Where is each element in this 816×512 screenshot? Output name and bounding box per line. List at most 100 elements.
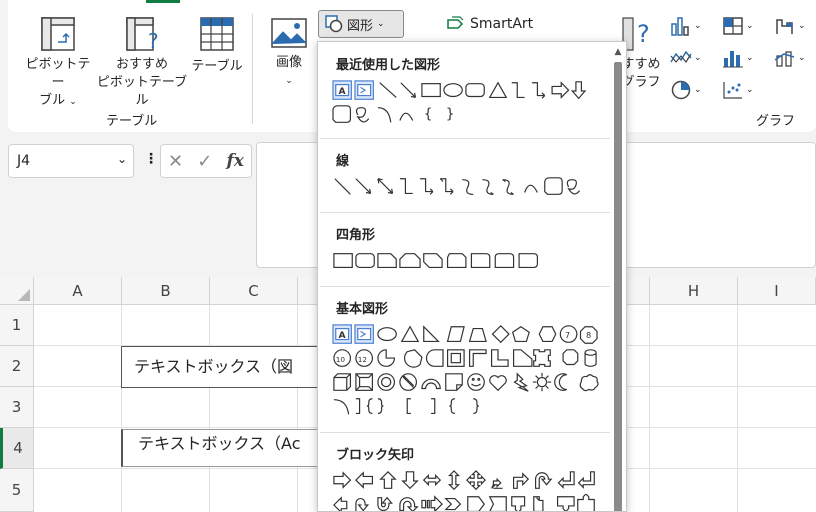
pivot-table-label-2: ブル ⌄ [39,93,77,108]
svg-text:12: 12 [358,355,367,364]
svg-text:A: A [339,86,347,97]
name-box[interactable]: J4 ⌄ [8,144,134,178]
lines-row[interactable] [320,176,610,198]
combo-chart-icon [774,51,795,67]
recommended-pivot-label: おすすめ [115,57,168,72]
hierarchy-chart-icon [723,17,743,35]
line-chart-icon [670,50,692,64]
charts-group-label: グラフ [756,114,796,129]
column-header-i[interactable]: I [738,277,816,305]
shapes-icon [325,15,343,33]
smartart-button[interactable]: SmartArt [446,16,533,32]
row-header-2[interactable]: 2 [0,346,34,387]
smartart-label: SmartArt [470,16,534,32]
column-header-h[interactable]: H [650,277,738,305]
pivot-table-button[interactable]: ピボットテー ブル ⌄ [20,16,96,111]
image-dropdown-caret: ⌄ [285,76,293,86]
svg-text:7: 7 [565,330,570,340]
row-header-4[interactable]: 4 [0,428,34,469]
chevron-down-icon: ⌄ [746,53,754,63]
smartart-icon [447,16,464,29]
panel-scrollbar[interactable]: ▲ [612,46,624,511]
more-options-icon[interactable]: ⋮ [144,151,158,167]
row-header-5[interactable]: 5 [0,469,34,512]
image-label: 画像 [275,55,302,70]
table-button[interactable]: テーブル [190,16,244,76]
section-divider [320,432,610,433]
section-divider [320,286,610,287]
group-separator [252,14,253,124]
cancel-icon[interactable]: ✕ [168,151,183,172]
grid-line [737,305,738,512]
row-header-1[interactable]: 1 [0,305,34,346]
section-block-arrows: ブロック矢印 [336,448,415,463]
chevron-down-icon: ⌄ [694,21,702,31]
formula-buttons: ✕ ✓ fx [160,144,252,178]
basic-shapes-row-3[interactable] [320,372,610,394]
active-tab-indicator [146,0,180,3]
svg-text:8: 8 [586,330,591,340]
block-arrows-row-2[interactable] [320,494,610,512]
waterfall-chart-button[interactable]: ⌄ [774,16,806,36]
pie-chart-icon [671,80,691,100]
section-divider [320,138,610,139]
row-header-3[interactable]: 3 [0,387,34,428]
waterfall-chart-icon [776,19,793,34]
chevron-down-icon: ⌄ [694,53,702,63]
section-recent-shapes: 最近使用した図形 [336,58,441,73]
scatter-chart-icon [723,82,742,99]
pivot-table-icon [41,17,75,51]
section-lines: 線 [336,154,350,169]
basic-shapes-row-2[interactable]: 10 12 [320,348,610,370]
scatter-chart-button[interactable]: ⌄ [722,80,754,100]
recent-shapes-row-1[interactable]: A [320,80,610,102]
column-header-b[interactable]: B [122,277,210,305]
chevron-down-icon: ⌄ [798,53,806,63]
table-label: テーブル [191,59,243,74]
column-chart-button[interactable]: ⌄ [670,16,702,36]
hierarchy-chart-button[interactable]: ⌄ [722,16,754,36]
recommended-pivot-table-button[interactable]: ? おすすめ ピボットテーブル [96,16,188,110]
pivot-table-label: ピボットテー [25,57,91,90]
grid-line [297,305,298,512]
grid-line [209,305,210,512]
shapes-caret: ⌄ [377,19,385,29]
section-rectangles: 四角形 [336,228,376,243]
scrollbar-thumb[interactable] [614,62,622,511]
textbox-shape[interactable]: テキストボックス（図 [121,346,321,388]
recommended-pivot-icon: ? [126,17,159,52]
scroll-up-icon[interactable]: ▲ [612,46,624,58]
shapes-gallery[interactable]: 最近使用した図形 A { } 線 四角形 基本図形 A 7 8 10 12 ブロ… [317,41,627,512]
rectangles-row[interactable] [320,250,610,272]
insert-function-button[interactable]: fx [226,151,243,171]
basic-shapes-row-4[interactable] [320,396,610,418]
column-header-c[interactable]: C [210,277,298,305]
textbox-activex[interactable]: テキストボックス（Ac [121,429,321,467]
basic-shapes-row-1[interactable]: A 7 8 [320,324,610,346]
chevron-down-icon[interactable]: ⌄ [117,152,127,166]
recommended-pivot-label-2: ピボットテーブル [96,75,188,108]
pie-chart-button[interactable]: ⌄ [670,80,702,100]
column-chart-icon [671,17,689,36]
block-arrows-row-1[interactable] [320,470,610,492]
combo-chart-button[interactable]: ⌄ [774,48,806,68]
shapes-button[interactable]: 図形 ⌄ [318,10,404,38]
svg-text:{: { [424,107,433,123]
table-icon [200,17,234,51]
select-all-corner[interactable] [0,277,34,305]
grid-line [121,305,122,512]
enter-icon[interactable]: ✓ [197,151,212,172]
statistic-chart-button[interactable]: ⌄ [722,48,754,68]
statistic-chart-icon [723,51,743,68]
column-header-a[interactable]: A [34,277,122,305]
shapes-label: 図形 [347,18,374,34]
recommended-charts-icon: ? [622,17,650,51]
svg-text:A: A [339,330,347,341]
recent-shapes-row-2[interactable]: { } [320,104,610,126]
line-chart-button[interactable]: ⌄ [670,48,702,68]
name-box-value: J4 [17,153,31,169]
svg-text:?: ? [148,29,159,52]
svg-text:?: ? [637,20,650,48]
image-button[interactable]: 画像 ⌄ [268,18,310,90]
chevron-down-icon: ⌄ [746,85,754,95]
